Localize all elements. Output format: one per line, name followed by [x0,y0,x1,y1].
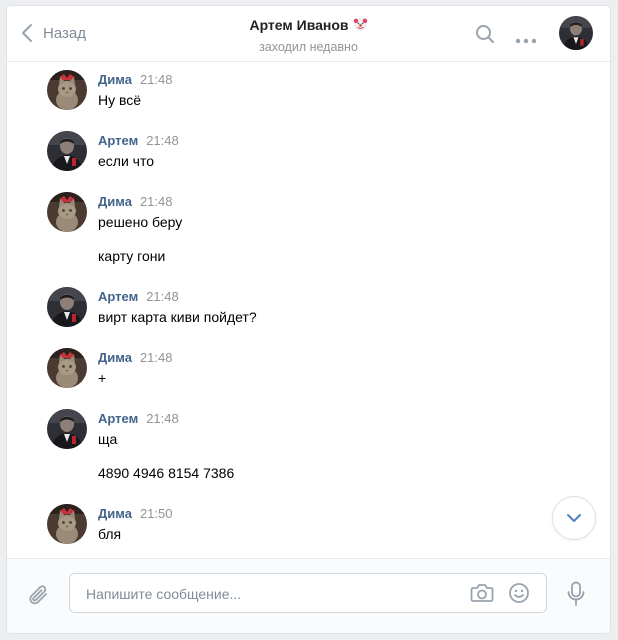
message-time[interactable]: 21:48 [140,350,173,365]
avatar-cat[interactable] [47,192,87,232]
more-button[interactable] [515,31,537,49]
chevron-down-icon [567,514,581,522]
author-name[interactable]: Дима [98,506,132,521]
search-button[interactable] [475,24,495,49]
author-name[interactable]: Дима [98,72,132,87]
author-name[interactable]: Артем [98,411,138,426]
message-text: карту гони [98,248,166,264]
voice-message-button[interactable] [567,581,585,612]
message-text: решено беру [98,214,183,230]
contact-avatar[interactable] [559,16,593,50]
camera-icon [470,584,494,602]
message-text: Ну всё [98,92,142,108]
avatar-cat[interactable] [47,348,87,388]
scroll-down-button[interactable] [552,496,596,540]
message-time[interactable]: 21:50 [140,506,173,521]
message-text: если что [98,153,154,169]
attach-button[interactable] [27,583,51,614]
message-text: ща [98,431,118,447]
message-header: Артем 21:48 [98,288,179,306]
chat-title: Артем Иванов [249,17,349,33]
message-text: вирт карта киви пойдет? [98,309,257,325]
clown-face-icon [353,16,368,36]
message-header: Дима 21:48 [98,193,172,211]
author-name[interactable]: Дима [98,194,132,209]
chat-header: Назад Артем Иванов заходил недавно [7,6,610,62]
message-composer [7,558,610,633]
message-input-box[interactable] [69,573,547,613]
message-time[interactable]: 21:48 [146,411,179,426]
message-header: Артем 21:48 [98,410,179,428]
microphone-icon [567,581,585,606]
more-horizontal-icon [515,38,537,44]
avatar-cat[interactable] [47,70,87,110]
message-history[interactable]: Дима 21:48 Ну всё Артем 21:48 если что Д… [7,62,610,558]
author-name[interactable]: Дима [98,350,132,365]
message-time[interactable]: 21:48 [140,72,173,87]
author-name[interactable]: Артем [98,133,138,148]
message-text: 4890 4946 8154 7386 [98,465,235,481]
paperclip-icon [29,585,47,605]
message-time[interactable]: 21:48 [140,194,173,209]
message-header: Дима 21:48 [98,71,172,89]
message-text: бля [98,526,122,542]
avatar-suit[interactable] [47,409,87,449]
search-icon [476,25,494,43]
message-time[interactable]: 21:48 [146,289,179,304]
message-input[interactable] [84,583,458,605]
message-header: Дима 21:50 [98,505,172,523]
smile-icon [509,583,529,603]
author-name[interactable]: Артем [98,289,138,304]
avatar-suit[interactable] [47,287,87,327]
chat-window: Назад Артем Иванов заходил недавно Дима … [7,6,610,633]
emoji-button[interactable] [508,582,530,609]
camera-button[interactable] [470,583,494,608]
avatar-suit[interactable] [47,131,87,171]
message-time[interactable]: 21:48 [146,133,179,148]
avatar-cat[interactable] [47,504,87,544]
message-text: + [98,370,107,386]
message-header: Дима 21:48 [98,349,172,367]
message-header: Артем 21:48 [98,132,179,150]
